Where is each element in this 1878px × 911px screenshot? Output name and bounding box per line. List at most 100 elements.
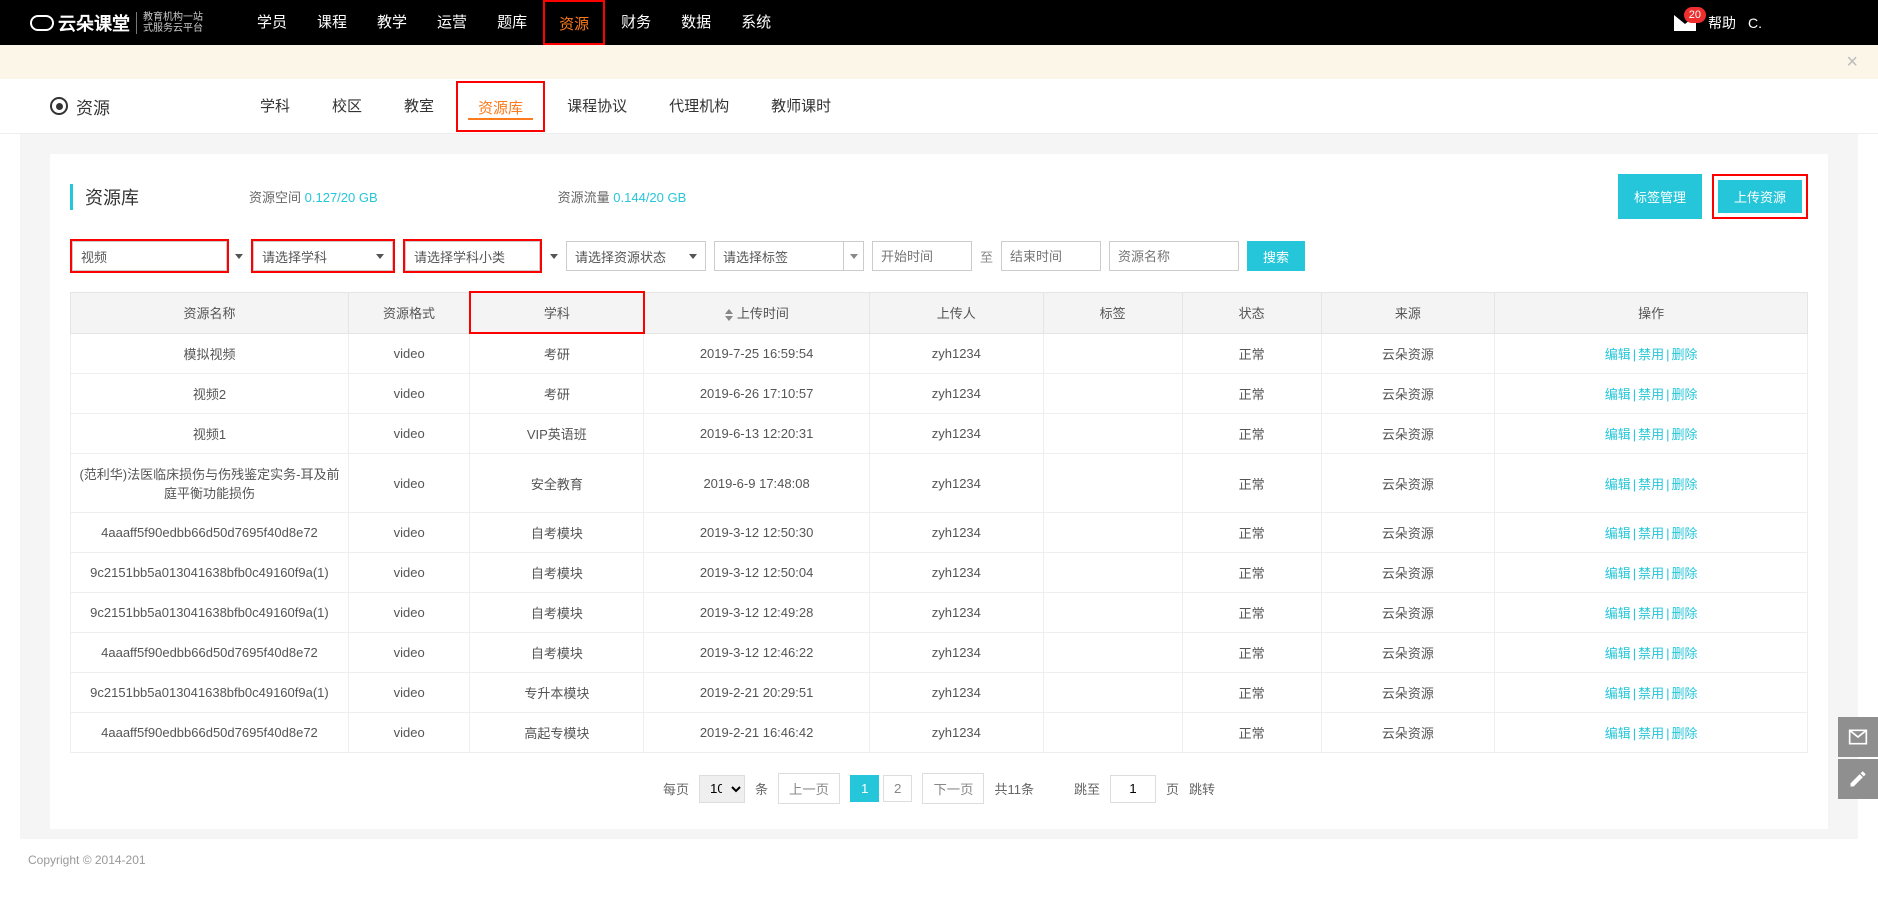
edit-link[interactable]: 编辑 xyxy=(1605,686,1631,701)
logo-sub: 教育机构一站式服务云平台 xyxy=(136,12,203,34)
disable-link[interactable]: 禁用 xyxy=(1638,427,1664,442)
edit-link[interactable]: 编辑 xyxy=(1605,347,1631,362)
filter-tag[interactable]: 请选择标签 xyxy=(714,241,864,271)
cell: video xyxy=(348,414,470,454)
disable-link[interactable]: 禁用 xyxy=(1638,526,1664,541)
cell: 正常 xyxy=(1182,593,1321,633)
subnav-item-1[interactable]: 校区 xyxy=(312,79,382,134)
unit-label: 条 xyxy=(755,779,768,798)
delete-link[interactable]: 删除 xyxy=(1672,726,1698,741)
delete-link[interactable]: 删除 xyxy=(1672,347,1698,362)
jump-button[interactable]: 跳转 xyxy=(1189,779,1215,798)
next-page-button[interactable]: 下一页 xyxy=(922,773,984,804)
search-button[interactable]: 搜索 xyxy=(1247,241,1305,271)
cell xyxy=(1043,374,1182,414)
ops-cell: 编辑|禁用|删除 xyxy=(1495,673,1808,713)
edit-link[interactable]: 编辑 xyxy=(1605,427,1631,442)
cell: 2019-7-25 16:59:54 xyxy=(644,333,870,374)
delete-link[interactable]: 删除 xyxy=(1672,477,1698,492)
resource-table: 资源名称资源格式学科上传时间上传人标签状态来源操作 模拟视频video考研201… xyxy=(70,291,1808,753)
tag-manage-button[interactable]: 标签管理 xyxy=(1618,174,1702,219)
topnav-item-3[interactable]: 运营 xyxy=(423,0,481,45)
delete-link[interactable]: 删除 xyxy=(1672,526,1698,541)
table-row: 视频1videoVIP英语班2019-6-13 12:20:31zyh1234正… xyxy=(71,414,1808,454)
subnav-item-5[interactable]: 代理机构 xyxy=(649,79,749,134)
filter-start-date[interactable] xyxy=(872,241,972,271)
cell: 自考模块 xyxy=(470,513,644,553)
topnav-item-0[interactable]: 学员 xyxy=(243,0,301,45)
subnav-item-0[interactable]: 学科 xyxy=(240,79,310,134)
edit-link[interactable]: 编辑 xyxy=(1605,387,1631,402)
filter-end-date[interactable] xyxy=(1001,241,1101,271)
delete-link[interactable]: 删除 xyxy=(1672,686,1698,701)
mail-button[interactable]: 20 xyxy=(1674,15,1696,31)
cell: 正常 xyxy=(1182,553,1321,593)
cell: 自考模块 xyxy=(470,633,644,673)
upload-button[interactable]: 上传资源 xyxy=(1718,180,1802,213)
edit-link[interactable]: 编辑 xyxy=(1605,606,1631,621)
subnav-item-2[interactable]: 教室 xyxy=(384,79,454,134)
user-menu[interactable]: C. xyxy=(1748,15,1848,31)
topnav-item-8[interactable]: 系统 xyxy=(727,0,785,45)
topnav-item-1[interactable]: 课程 xyxy=(303,0,361,45)
per-page-select[interactable]: 10 xyxy=(699,775,745,803)
cell: zyh1234 xyxy=(869,553,1043,593)
cell: 9c2151bb5a013041638bfb0c49160f9a(1) xyxy=(71,593,349,633)
subnav-item-4[interactable]: 课程协议 xyxy=(547,79,647,134)
cell: 2019-3-12 12:46:22 xyxy=(644,633,870,673)
cell: 考研 xyxy=(470,333,644,374)
filter-type[interactable]: 视频 xyxy=(72,241,227,271)
float-mail-button[interactable] xyxy=(1838,717,1878,757)
disable-link[interactable]: 禁用 xyxy=(1638,566,1664,581)
cell: 云朵资源 xyxy=(1321,593,1495,633)
disable-link[interactable]: 禁用 xyxy=(1638,387,1664,402)
prev-page-button[interactable]: 上一页 xyxy=(778,773,840,804)
edit-link[interactable]: 编辑 xyxy=(1605,526,1631,541)
disable-link[interactable]: 禁用 xyxy=(1638,347,1664,362)
topnav-item-4[interactable]: 题库 xyxy=(483,0,541,45)
topnav-item-5[interactable]: 资源 xyxy=(543,0,605,45)
close-icon[interactable]: × xyxy=(1846,51,1858,74)
to-label: 至 xyxy=(980,247,993,266)
subnav-item-3[interactable]: 资源库 xyxy=(456,81,545,132)
help-link[interactable]: 帮助 xyxy=(1708,13,1736,33)
jump-input[interactable] xyxy=(1110,775,1156,803)
page-2[interactable]: 2 xyxy=(883,775,912,802)
subnav-item-6[interactable]: 教师课时 xyxy=(751,79,851,134)
ops-cell: 编辑|禁用|删除 xyxy=(1495,374,1808,414)
filter-subject-sub[interactable]: 请选择学科小类 xyxy=(405,241,540,271)
disable-link[interactable]: 禁用 xyxy=(1638,477,1664,492)
ops-cell: 编辑|禁用|删除 xyxy=(1495,513,1808,553)
cell: 2019-2-21 20:29:51 xyxy=(644,673,870,713)
topnav-item-6[interactable]: 财务 xyxy=(607,0,665,45)
disable-link[interactable]: 禁用 xyxy=(1638,686,1664,701)
topnav-item-2[interactable]: 教学 xyxy=(363,0,421,45)
delete-link[interactable]: 删除 xyxy=(1672,606,1698,621)
cell: VIP英语班 xyxy=(470,414,644,454)
table-row: (范利华)法医临床损伤与伤残鉴定实务-耳及前庭平衡功能损伤video安全教育20… xyxy=(71,454,1808,513)
filter-subject[interactable]: 请选择学科 xyxy=(253,241,393,271)
upload-highlight: 上传资源 xyxy=(1712,174,1808,219)
th-1: 资源格式 xyxy=(348,292,470,333)
page-1[interactable]: 1 xyxy=(850,775,879,802)
edit-link[interactable]: 编辑 xyxy=(1605,726,1631,741)
filter-name[interactable] xyxy=(1109,241,1239,271)
edit-link[interactable]: 编辑 xyxy=(1605,646,1631,661)
filter-status[interactable]: 请选择资源状态 xyxy=(566,241,706,271)
topnav-item-7[interactable]: 数据 xyxy=(667,0,725,45)
disable-link[interactable]: 禁用 xyxy=(1638,606,1664,621)
disable-link[interactable]: 禁用 xyxy=(1638,726,1664,741)
footer: Copyright © 2014-201 xyxy=(0,839,1878,881)
th-3[interactable]: 上传时间 xyxy=(644,292,870,333)
delete-link[interactable]: 删除 xyxy=(1672,427,1698,442)
delete-link[interactable]: 删除 xyxy=(1672,566,1698,581)
edit-link[interactable]: 编辑 xyxy=(1605,477,1631,492)
delete-link[interactable]: 删除 xyxy=(1672,646,1698,661)
delete-link[interactable]: 删除 xyxy=(1672,387,1698,402)
edit-link[interactable]: 编辑 xyxy=(1605,566,1631,581)
sort-icon xyxy=(725,309,733,321)
disable-link[interactable]: 禁用 xyxy=(1638,646,1664,661)
cell: video xyxy=(348,673,470,713)
float-edit-button[interactable] xyxy=(1838,759,1878,799)
table-row: 4aaaff5f90edbb66d50d7695f40d8e72video自考模… xyxy=(71,633,1808,673)
